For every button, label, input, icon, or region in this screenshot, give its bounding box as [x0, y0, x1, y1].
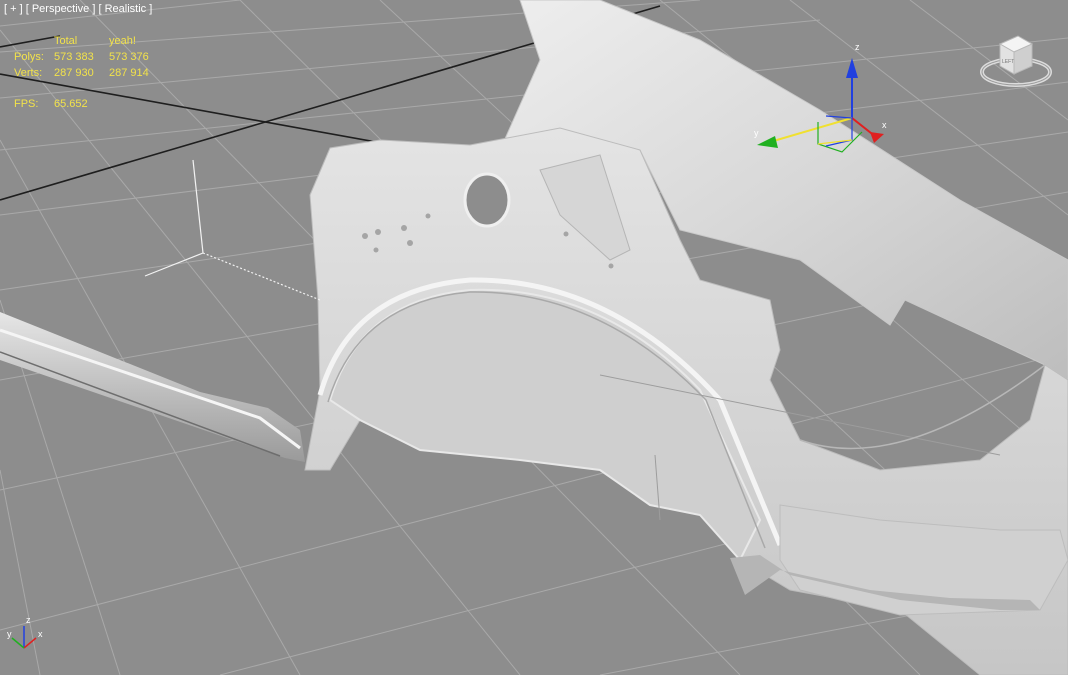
tripod-z-label: z [26, 615, 31, 625]
viewport-menu-view[interactable]: [ Perspective ] [26, 3, 96, 15]
polys-selection: 573 376 [109, 51, 149, 63]
viewport-menu-plus[interactable]: [ + ] [4, 3, 23, 15]
verts-selection: 287 914 [109, 67, 149, 79]
stats-header-total: Total [54, 35, 78, 47]
gizmo-y-label: y [754, 128, 759, 138]
viewcube[interactable]: LEFT [980, 30, 1052, 92]
stats-polys-row: Polys: 573 383 573 376 [14, 49, 169, 65]
panel-hole [463, 172, 511, 228]
statistics-overlay: Total yeah! Polys: 573 383 573 376 Verts… [14, 33, 169, 112]
stats-header-selection: yeah! [109, 35, 136, 47]
tripod-x-label: x [38, 629, 43, 639]
polys-total: 573 383 [54, 51, 94, 63]
gizmo-x-label: x [882, 120, 887, 130]
verts-label: Verts: [14, 67, 43, 79]
stats-verts-row: Verts: 287 930 287 914 [14, 65, 169, 81]
stats-fps-row: FPS: 65.652 [14, 96, 169, 112]
gizmo-z-label: z [855, 42, 860, 52]
viewport-label: [ + ] [ Perspective ] [ Realistic ] [4, 3, 152, 15]
perspective-viewport[interactable]: z x y z x y [ + ] [ Perspective ] [ Real… [0, 0, 1068, 675]
viewport-menu-shading[interactable]: [ Realistic ] [98, 3, 152, 15]
tripod-y-label: y [7, 629, 12, 639]
fps-value: 65.652 [54, 98, 88, 110]
stats-header-row: Total yeah! [14, 33, 169, 49]
fps-label: FPS: [14, 98, 39, 110]
polys-label: Polys: [14, 51, 44, 63]
viewcube-face-label: LEFT [1002, 59, 1014, 65]
verts-total: 287 930 [54, 67, 94, 79]
